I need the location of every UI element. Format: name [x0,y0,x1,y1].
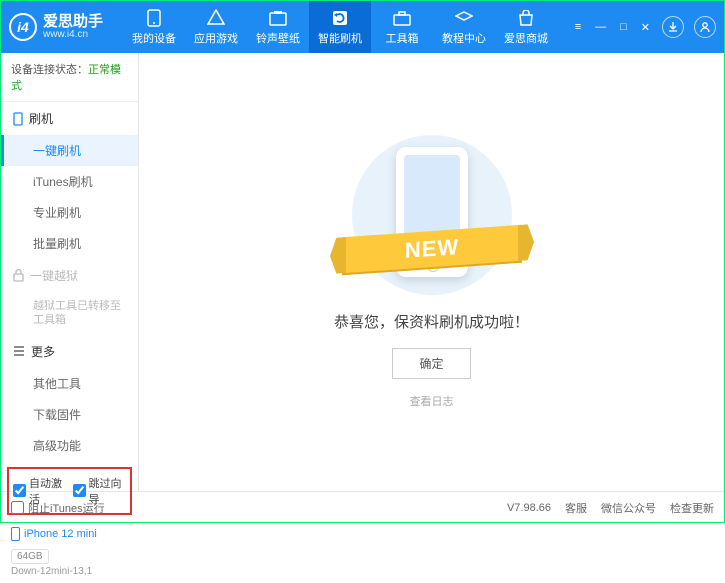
device-subtitle: Down-12mini-13,1 [1,566,138,583]
phone-icon [11,527,20,541]
sidebar-item-pro[interactable]: 专业刷机 [1,197,138,228]
nav-tutorial[interactable]: 教程中心 [433,1,495,53]
device-entry[interactable]: iPhone 12 mini [1,521,138,547]
user-button[interactable] [694,16,716,38]
section-more[interactable]: 更多 [1,335,138,368]
list-icon [13,346,25,356]
update-link[interactable]: 检查更新 [670,500,714,516]
sidebar-item-batch[interactable]: 批量刷机 [1,228,138,259]
device-icon [145,9,163,27]
jailbreak-note: 越狱工具已转移至工具箱 [1,292,138,335]
titlebar: i4 爱思助手 www.i4.cn 我的设备 应用游戏 铃声壁纸 智能刷机 工具… [1,1,724,53]
view-log-link[interactable]: 查看日志 [410,393,454,409]
app-name: 爱思助手 [43,14,103,29]
toolbox-icon [393,9,411,27]
sidebar-item-other[interactable]: 其他工具 [1,368,138,399]
app-logo: i4 爱思助手 www.i4.cn [9,13,103,41]
nav-ringtone[interactable]: 铃声壁纸 [247,1,309,53]
section-flash[interactable]: 刷机 [1,102,138,135]
sidebar-item-download[interactable]: 下载固件 [1,399,138,430]
device-capacity: 64GB [11,549,49,564]
main-nav: 我的设备 应用游戏 铃声壁纸 智能刷机 工具箱 教程中心 爱思商城 [123,1,557,53]
version-label: V7.98.66 [507,502,551,514]
maximize-icon[interactable]: □ [618,19,629,35]
nav-device[interactable]: 我的设备 [123,1,185,53]
close-icon[interactable]: ✕ [639,19,652,36]
nav-toolbox[interactable]: 工具箱 [371,1,433,53]
nav-store[interactable]: 爱思商城 [495,1,557,53]
sidebar: 设备连接状态：正常模式 刷机 一键刷机 iTunes刷机 专业刷机 批量刷机 一… [1,53,139,491]
connection-status: 设备连接状态：正常模式 [1,53,138,102]
wallpaper-icon [269,9,287,27]
menu-icon[interactable]: ≡ [573,19,583,35]
nav-flash[interactable]: 智能刷机 [309,1,371,53]
minimize-icon[interactable]: — [593,19,608,35]
lock-icon [13,269,24,282]
logo-icon: i4 [9,13,37,41]
success-illustration: NEW [332,135,532,295]
nav-apps[interactable]: 应用游戏 [185,1,247,53]
service-link[interactable]: 客服 [565,500,587,516]
wechat-link[interactable]: 微信公众号 [601,500,656,516]
store-icon [517,9,535,27]
download-button[interactable] [662,16,684,38]
phone-icon [13,112,23,126]
apps-icon [207,9,225,27]
flash-icon [331,9,349,27]
sidebar-item-itunes[interactable]: iTunes刷机 [1,166,138,197]
main-panel: NEW 恭喜您，保资料刷机成功啦！ 确定 查看日志 [139,53,724,491]
ok-button[interactable]: 确定 [392,348,470,379]
tutorial-icon [455,9,473,27]
window-controls: ≡ — □ ✕ [573,16,716,38]
section-jailbreak[interactable]: 一键越狱 [1,259,138,292]
success-message: 恭喜您，保资料刷机成功啦！ [334,311,529,332]
sidebar-item-adv[interactable]: 高级功能 [1,430,138,461]
app-url: www.i4.cn [43,29,103,40]
block-itunes-checkbox[interactable]: 阻止iTunes运行 [11,500,105,516]
sidebar-item-oneclick[interactable]: 一键刷机 [1,135,138,166]
